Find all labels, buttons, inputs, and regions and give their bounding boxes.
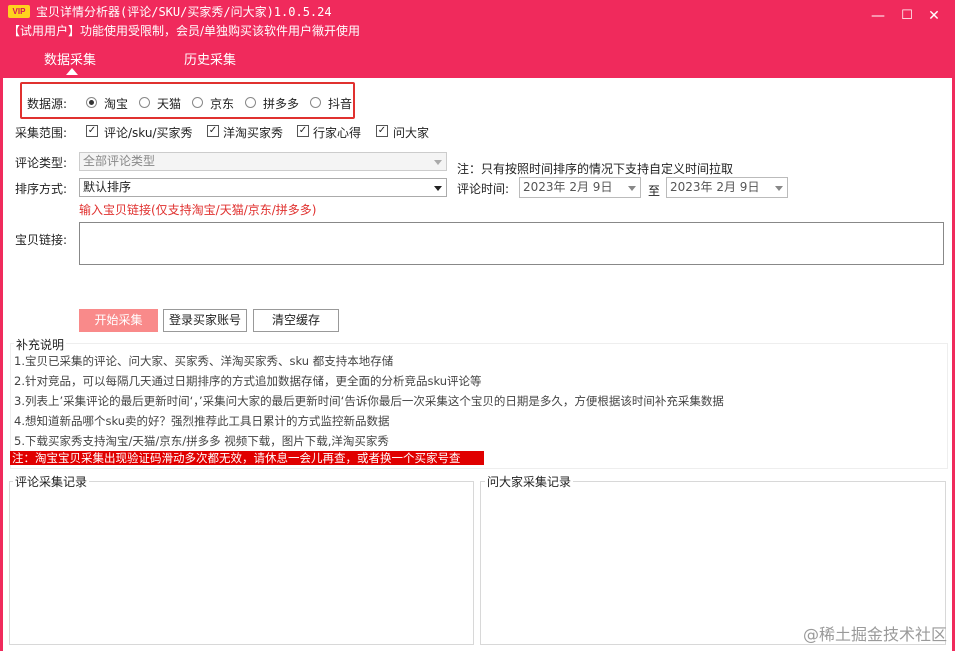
link-hint: 输入宝贝链接(仅支持淘宝/天猫/京东/拼多多) xyxy=(79,203,317,217)
minimize-button[interactable]: — xyxy=(868,6,888,26)
source-label: 数据源: xyxy=(27,97,68,111)
note-item: 1.宝贝已采集的评论、问大家、买家秀、洋淘买家秀、sku 都支持本地存储 xyxy=(14,354,394,368)
radio-jd[interactable] xyxy=(192,97,203,108)
active-tab-indicator xyxy=(66,68,78,75)
chevron-down-icon xyxy=(434,186,442,191)
tab-data-collection[interactable]: 数据采集 xyxy=(44,49,96,68)
qa-records-title: 问大家采集记录 xyxy=(485,473,574,490)
sort-note: 注：只有按照时间排序的情况下支持自定义时间拉取 xyxy=(457,162,734,176)
close-button[interactable]: ✕ xyxy=(924,6,944,26)
checkbox-expert[interactable]: ✓ xyxy=(297,125,309,137)
radio-douyin-label[interactable]: 抖音 xyxy=(328,95,352,112)
start-collect-button[interactable]: 开始采集 xyxy=(79,309,158,332)
note-item: 5.下载买家秀支持淘宝/天猫/京东/拼多多 视频下载，图片下载,洋淘买家秀 xyxy=(14,434,389,448)
comment-type-select[interactable]: 全部评论类型 xyxy=(79,152,447,171)
link-label: 宝贝链接: xyxy=(15,233,68,247)
clear-cache-button[interactable]: 清空缓存 xyxy=(253,309,339,332)
comment-type-value: 全部评论类型 xyxy=(83,154,156,168)
tab-history[interactable]: 历史采集 xyxy=(184,49,236,68)
maximize-button[interactable]: ☐ xyxy=(897,6,917,26)
radio-jd-label[interactable]: 京东 xyxy=(210,95,234,112)
radio-tmall[interactable] xyxy=(139,97,150,108)
sort-label: 排序方式: xyxy=(15,182,68,196)
checkbox-qa-label[interactable]: 问大家 xyxy=(393,124,429,141)
date-from-value: 2023年 2月 9日 xyxy=(523,180,613,194)
source-highlight-box xyxy=(20,82,355,119)
radio-taobao-label[interactable]: 淘宝 xyxy=(104,95,128,112)
checkbox-expert-label[interactable]: 行家心得 xyxy=(313,124,361,141)
date-to-picker[interactable]: 2023年 2月 9日 xyxy=(666,177,788,198)
trial-notice: 【试用用户】功能使用受限制，会员/单独购买该软件用户幑开使用 xyxy=(8,24,361,38)
date-to-value: 2023年 2月 9日 xyxy=(670,180,760,194)
note-item: 4.想知道新品哪个sku卖的好？强烈推荐此工具日累计的方式监控新品数据 xyxy=(14,414,390,428)
checkbox-yangtao[interactable]: ✓ xyxy=(207,125,219,137)
comment-records-panel[interactable] xyxy=(9,481,474,645)
notes-title: 补充说明 xyxy=(14,336,67,353)
chevron-down-icon xyxy=(628,186,636,191)
login-buyer-button[interactable]: 登录买家账号 xyxy=(163,309,247,332)
radio-tmall-label[interactable]: 天猫 xyxy=(157,95,181,112)
radio-taobao[interactable] xyxy=(86,97,97,108)
watermark: @稀土掘金技术社区 xyxy=(802,625,947,644)
chevron-down-icon xyxy=(775,186,783,191)
warning-banner: 注：淘宝宝贝采集出现验证码滑动多次都无效，请休息一会儿再查，或者换一个买家号查 xyxy=(10,451,484,465)
checkbox-qa[interactable]: ✓ xyxy=(376,125,388,137)
scope-label: 采集范围: xyxy=(15,126,68,140)
checkbox-comments-sku[interactable]: ✓ xyxy=(86,125,98,137)
comment-time-label: 评论时间: xyxy=(457,182,510,196)
note-item: 2.针对竞品，可以每隔几天通过日期排序的方式追加数据存储，更全面的分析竞品sku… xyxy=(14,374,482,388)
comment-records-title: 评论采集记录 xyxy=(13,473,90,490)
sort-select[interactable]: 默认排序 xyxy=(79,178,447,197)
chevron-down-icon xyxy=(434,160,442,165)
radio-pinduoduo-label[interactable]: 拼多多 xyxy=(263,95,299,112)
checkbox-comments-sku-label[interactable]: 评论/sku/买家秀 xyxy=(104,124,193,141)
app-title: 宝贝详情分析器(评论/SKU/买家秀/问大家)1.0.5.24 xyxy=(36,5,332,19)
link-input[interactable] xyxy=(79,222,944,265)
comment-type-label: 评论类型: xyxy=(15,156,68,170)
title-bar: VIP 宝贝详情分析器(评论/SKU/买家秀/问大家)1.0.5.24 【试用用… xyxy=(0,0,955,78)
date-from-picker[interactable]: 2023年 2月 9日 xyxy=(519,177,641,198)
radio-pinduoduo[interactable] xyxy=(245,97,256,108)
sort-value: 默认排序 xyxy=(83,180,132,194)
date-to-label: 至 xyxy=(648,184,661,198)
vip-logo: VIP xyxy=(8,5,30,18)
note-item: 3.列表上’采集评论的最后更新时间‘，’采集问大家的最后更新时间‘告诉你最后一次… xyxy=(14,394,724,408)
checkbox-yangtao-label[interactable]: 洋淘买家秀 xyxy=(223,124,283,141)
radio-douyin[interactable] xyxy=(310,97,321,108)
